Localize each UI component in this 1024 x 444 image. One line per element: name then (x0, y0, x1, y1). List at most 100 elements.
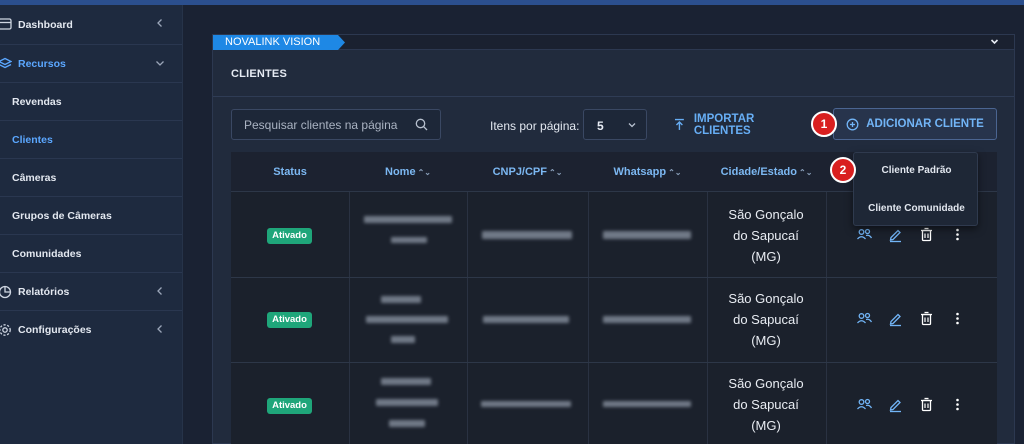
redacted-name (389, 420, 425, 427)
column-header-label: Nome (385, 166, 416, 178)
city-line: do Sapucaí (733, 228, 799, 243)
sidebar-item-label: Configurações (18, 324, 92, 336)
upload-icon (674, 118, 684, 130)
sidebar-item-label: Recursos (18, 57, 66, 70)
more-vertical-icon[interactable] (949, 396, 966, 413)
row-actions (856, 310, 966, 327)
column-header-cidade-estado[interactable]: Cidade/Estado ⌃⌄ (707, 152, 826, 192)
redacted-whatsapp (603, 401, 691, 407)
more-vertical-icon[interactable] (949, 310, 966, 327)
add-client-button[interactable]: ADICIONAR CLIENTE (833, 108, 997, 140)
city-state: São Gonçalo do Sapucaí (MG) (709, 373, 823, 436)
add-client-label: ADICIONAR CLIENTE (866, 118, 984, 130)
column-header-status[interactable]: Status (231, 152, 349, 192)
sidebar-item-label: Dashboard (18, 18, 73, 31)
redacted-name (381, 378, 431, 385)
sort-icon: ⌃⌄ (668, 168, 682, 177)
chevron-left-icon (157, 19, 162, 27)
gear-icon (0, 324, 11, 336)
sidebar-item-grupos-de-cameras[interactable]: Grupos de Câmeras (0, 197, 182, 235)
chevron-down-icon (156, 61, 164, 66)
sidebar-item-label: Grupos de Câmeras (12, 209, 112, 222)
row-actions (856, 396, 966, 413)
search-icon[interactable] (415, 118, 428, 131)
clients-panel: NOVALINK VISION CLIENTES Itens por págin… (212, 34, 1015, 444)
trash-icon[interactable] (918, 226, 935, 243)
city-line: São Gonçalo (728, 376, 804, 391)
sidebar-item-cameras[interactable]: Câmeras (0, 159, 182, 197)
step-marker-2: 2 (830, 157, 856, 183)
table-row[interactable]: Ativado São Gonçalo do Sapucaí (MG) (231, 363, 997, 444)
import-clients-button[interactable]: IMPORTAR CLIENTES (673, 109, 813, 140)
sidebar-item-clientes[interactable]: Clientes (0, 121, 182, 159)
sidebar: Dashboard Recursos Revendas Clientes Câm… (0, 5, 183, 444)
city-line: (MG) (751, 418, 781, 433)
city-line: (MG) (751, 249, 781, 264)
sort-icon: ⌃⌄ (799, 168, 813, 177)
city-line: do Sapucaí (733, 312, 799, 327)
sidebar-item-label: Relatórios (18, 285, 70, 298)
redacted-name (391, 336, 415, 343)
plus-circle-icon (846, 118, 859, 130)
redacted-name (376, 399, 438, 406)
status-badge: Ativado (267, 228, 312, 244)
column-header-whatsapp[interactable]: Whatsapp ⌃⌄ (588, 152, 707, 192)
menu-item-cliente-comunidade[interactable]: Cliente Comunidade (854, 203, 979, 214)
status-badge: Ativado (267, 312, 312, 328)
layers-icon (0, 57, 12, 69)
divider (213, 96, 1014, 97)
sidebar-item-configuracoes[interactable]: Configurações (0, 311, 182, 349)
redacted-whatsapp (603, 316, 691, 323)
status-badge: Ativado (267, 398, 312, 414)
sort-icon: ⌃⌄ (549, 168, 563, 177)
edit-icon[interactable] (887, 310, 904, 327)
column-header-label: CNPJ/CPF (492, 166, 547, 178)
redacted-document (483, 316, 569, 323)
edit-icon[interactable] (887, 396, 904, 413)
sidebar-item-label: Câmeras (12, 171, 57, 184)
sidebar-item-dashboard[interactable]: Dashboard (0, 5, 182, 45)
trash-icon[interactable] (918, 396, 935, 413)
chevron-down-icon[interactable] (989, 36, 1000, 47)
user-group-icon[interactable] (856, 310, 873, 327)
step-marker-1: 1 (811, 111, 837, 137)
add-client-dropdown: Cliente Padrão Cliente Comunidade (853, 152, 978, 226)
items-per-page-value: 5 (597, 119, 604, 133)
column-header-label: Cidade/Estado (720, 166, 797, 178)
items-per-page-label: Itens por página: (490, 119, 580, 133)
city-line: do Sapucaí (733, 397, 799, 412)
sidebar-item-revendas[interactable]: Revendas (0, 83, 182, 121)
sidebar-item-label: Comunidades (12, 247, 82, 260)
redacted-document (481, 401, 571, 407)
city-line: São Gonçalo (728, 291, 804, 306)
trash-icon[interactable] (918, 310, 935, 327)
page-title: CLIENTES (231, 68, 287, 80)
redacted-name (366, 316, 448, 323)
table-row[interactable]: Ativado São Gonçalo do Sapucaí (MG) (231, 278, 997, 363)
city-state: São Gonçalo do Sapucaí (MG) (709, 204, 823, 267)
chevron-left-icon (157, 287, 162, 295)
redacted-whatsapp (603, 231, 691, 239)
sidebar-item-comunidades[interactable]: Comunidades (0, 235, 182, 273)
search-input[interactable] (232, 110, 412, 139)
menu-item-cliente-padrao[interactable]: Cliente Padrão (854, 165, 979, 176)
city-state: São Gonçalo do Sapucaí (MG) (709, 288, 823, 351)
dashboard-icon (0, 18, 12, 30)
more-vertical-icon[interactable] (949, 226, 966, 243)
sidebar-item-recursos[interactable]: Recursos (0, 45, 182, 83)
city-line: (MG) (751, 333, 781, 348)
row-actions (856, 226, 966, 243)
column-header-label: Status (273, 166, 307, 178)
vision-bar[interactable]: NOVALINK VISION (213, 35, 1014, 50)
sidebar-item-label: Clientes (12, 133, 53, 146)
user-group-icon[interactable] (856, 396, 873, 413)
chevron-down-icon (628, 123, 636, 128)
column-header-nome[interactable]: Nome ⌃⌄ (349, 152, 467, 192)
items-per-page-select[interactable]: 5 (583, 109, 647, 140)
sidebar-item-relatorios[interactable]: Relatórios (0, 273, 182, 311)
sort-icon: ⌃⌄ (417, 168, 431, 177)
user-group-icon[interactable] (856, 226, 873, 243)
import-clients-label: IMPORTAR CLIENTES (693, 112, 755, 137)
edit-icon[interactable] (887, 226, 904, 243)
column-header-cnpj-cpf[interactable]: CNPJ/CPF ⌃⌄ (467, 152, 588, 192)
